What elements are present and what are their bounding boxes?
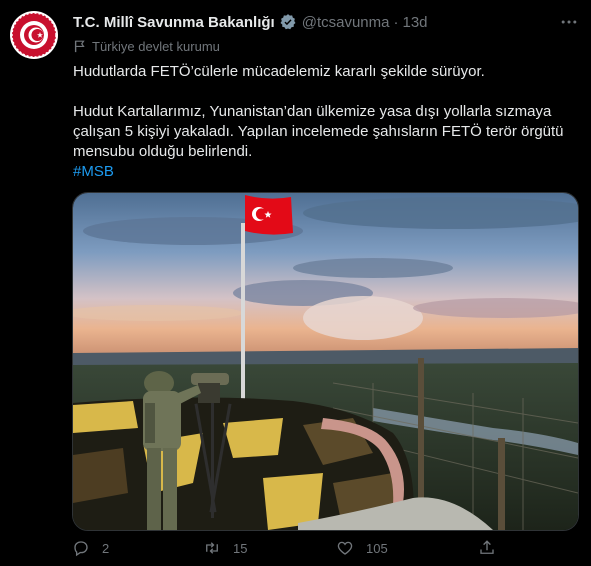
border-guard-photo [73, 193, 578, 530]
tweet-line-1: Hudutlarda FETÖ’cülerle mücadelemiz kara… [73, 63, 485, 80]
flag-icon [74, 40, 85, 53]
ministry-emblem-icon [11, 12, 57, 58]
share-icon [480, 540, 494, 554]
reply-button[interactable]: 2 [72, 539, 109, 557]
account-name[interactable]: T.C. Millî Savunma Bakanlığı [73, 14, 275, 31]
account-label[interactable]: Türkiye devlet kurumu [73, 37, 220, 55]
tweet-actions: 2 15 105 [72, 539, 502, 563]
tweet-line-2: Hudut Kartallarımız, Yunanistan’dan ülke… [73, 103, 564, 160]
share-button[interactable] [478, 539, 496, 557]
tweet-timestamp[interactable]: 13d [402, 14, 427, 31]
retweet-button[interactable]: 15 [203, 539, 247, 557]
government-label: Türkiye devlet kurumu [92, 38, 220, 54]
avatar[interactable] [10, 11, 58, 59]
tweet-header: T.C. Millî Savunma Bakanlığı @tcsavunma … [73, 12, 579, 32]
account-handle[interactable]: @tcsavunma [302, 14, 390, 31]
reply-count: 2 [102, 540, 110, 556]
retweet-count: 15 [233, 540, 248, 556]
separator-dot: · [393, 13, 399, 31]
verified-badge-icon [280, 14, 296, 30]
like-icon [337, 541, 353, 555]
reply-icon [74, 541, 88, 557]
like-button[interactable]: 105 [336, 539, 388, 557]
tweet[interactable]: T.C. Millî Savunma Bakanlığı @tcsavunma … [0, 0, 591, 566]
tweet-photo[interactable] [72, 192, 579, 531]
tweet-text: Hudutlarda FETÖ’cülerle mücadelemiz kara… [73, 62, 573, 182]
retweet-icon [206, 542, 218, 554]
like-count: 105 [366, 540, 388, 556]
hashtag-link[interactable]: #MSB [73, 163, 114, 180]
more-icon[interactable] [559, 12, 579, 32]
